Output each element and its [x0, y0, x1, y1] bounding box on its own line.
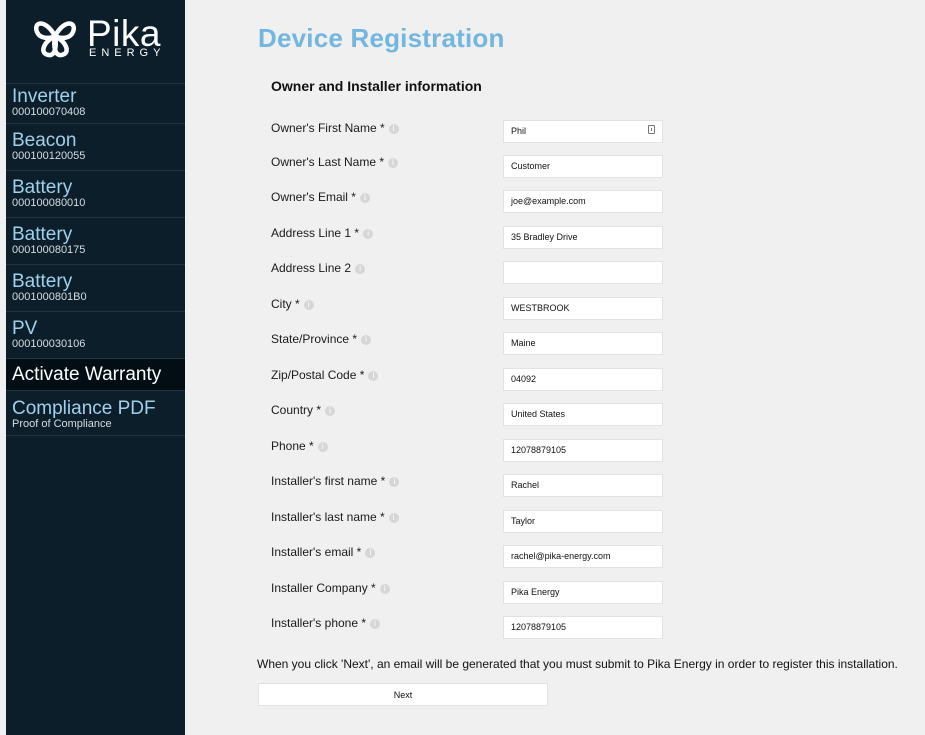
sidebar-item-inverter[interactable]: Inverter 000100070408 [6, 83, 185, 123]
brand-tagline: ENERGY [89, 47, 166, 59]
sidebar-item-label: Compliance PDF [12, 398, 156, 419]
field-label-installer-last-name: Installer's last name * i [271, 510, 399, 524]
field-label-city: City * i [271, 297, 314, 311]
info-icon[interactable]: i [388, 158, 398, 168]
zip-postal-code-input[interactable] [503, 368, 663, 391]
sidebar: Pika ENERGY Inverter 000100070408 Beacon… [6, 0, 185, 735]
field-label-installer-first-name: Installer's first name * i [271, 474, 400, 488]
info-icon[interactable]: i [363, 229, 374, 239]
info-icon[interactable]: i [359, 193, 370, 203]
owner-email-input[interactable] [503, 190, 663, 213]
field-label-zip-postal-code: Zip/Postal Code * i [271, 368, 379, 382]
sidebar-item-battery-1[interactable]: Battery 000100080010 [6, 170, 185, 217]
submission-notice: When you click 'Next', an email will be … [257, 657, 898, 671]
city-input[interactable] [503, 297, 663, 320]
main-content: Device Registration Owner and Installer … [185, 0, 925, 735]
info-icon[interactable]: i [368, 371, 379, 381]
info-icon[interactable]: i [370, 619, 381, 629]
field-label-owner-email: Owner's Email * i [271, 190, 370, 204]
field-label-installer-company: Installer Company * i [271, 581, 390, 595]
info-icon[interactable]: i [355, 264, 366, 274]
installer-phone-input[interactable] [503, 616, 663, 639]
info-icon[interactable]: i [389, 477, 400, 487]
field-label-owner-last-name: Owner's Last Name * i [271, 155, 398, 169]
info-icon[interactable]: i [317, 442, 328, 452]
field-label-address-line-1: Address Line 1 * i [271, 226, 374, 240]
info-icon[interactable]: i [303, 300, 314, 310]
sidebar-item-beacon[interactable]: Beacon 000100120055 [6, 123, 185, 170]
installer-first-name-input[interactable] [503, 474, 663, 497]
sidebar-item-subtitle: Proof of Compliance [12, 418, 112, 430]
sidebar-item-serial: 0001000801B0 [12, 291, 87, 303]
section-title: Owner and Installer information [271, 78, 482, 94]
field-label-address-line-2: Address Line 2i [271, 261, 366, 275]
pika-logo-icon [34, 21, 76, 58]
phone-input[interactable] [503, 439, 663, 462]
sidebar-item-label: Battery [12, 224, 73, 245]
field-label-country: Country * i [271, 403, 336, 417]
sidebar-item-serial: 000100080175 [12, 244, 86, 256]
sidebar-item-label: Activate Warranty [12, 364, 162, 385]
state-province-input[interactable] [503, 332, 663, 355]
sidebar-item-battery-3[interactable]: Battery 0001000801B0 [6, 264, 185, 311]
owner-first-name-input[interactable] [503, 120, 663, 143]
installer-last-name-input[interactable] [503, 510, 663, 533]
page-title: Device Registration [258, 23, 505, 53]
info-icon[interactable]: i [388, 124, 399, 134]
brand-logo: Pika ENERGY [31, 14, 176, 64]
sidebar-item-battery-2[interactable]: Battery 000100080175 [6, 217, 185, 264]
field-label-state-province: State/Province * i [271, 332, 372, 346]
address-line-1-input[interactable] [503, 226, 663, 249]
field-label-owner-first-name: Owner's First Name * i [271, 121, 399, 135]
country-input[interactable] [503, 403, 663, 426]
field-label-installer-email: Installer's email * i [271, 545, 376, 559]
sidebar-item-label: Battery [12, 177, 73, 198]
next-button[interactable]: Next [258, 683, 548, 706]
sidebar-item-pv[interactable]: PV 000100030106 [6, 311, 185, 358]
sidebar-item-serial: 000100070408 [12, 106, 86, 118]
owner-last-name-input[interactable] [503, 155, 663, 178]
sidebar-item-label: Inverter [12, 86, 77, 107]
sidebar-item-label: Battery [12, 271, 73, 292]
sidebar-item-label: Beacon [12, 130, 77, 151]
installer-company-input[interactable] [503, 581, 663, 604]
field-label-phone: Phone * i [271, 439, 328, 453]
installer-email-input[interactable] [503, 545, 663, 568]
sidebar-item-serial: 000100030106 [12, 338, 86, 350]
sidebar-item-compliance-pdf[interactable]: Compliance PDF Proof of Compliance [6, 390, 185, 436]
address-line-2-input[interactable] [503, 261, 663, 284]
sidebar-item-serial: 000100120055 [12, 150, 86, 162]
info-icon[interactable]: i [365, 548, 376, 558]
sidebar-item-activate-warranty[interactable]: Activate Warranty [6, 358, 185, 390]
sidebar-item-label: PV [12, 318, 38, 339]
info-icon[interactable]: i [379, 584, 390, 594]
field-label-installer-phone: Installer's phone * i [271, 616, 381, 630]
autofill-contact-icon[interactable] [648, 125, 655, 134]
sidebar-item-serial: 000100080010 [12, 197, 86, 209]
info-icon[interactable]: i [388, 513, 399, 523]
info-icon[interactable]: i [325, 406, 336, 416]
info-icon[interactable]: i [361, 335, 372, 345]
